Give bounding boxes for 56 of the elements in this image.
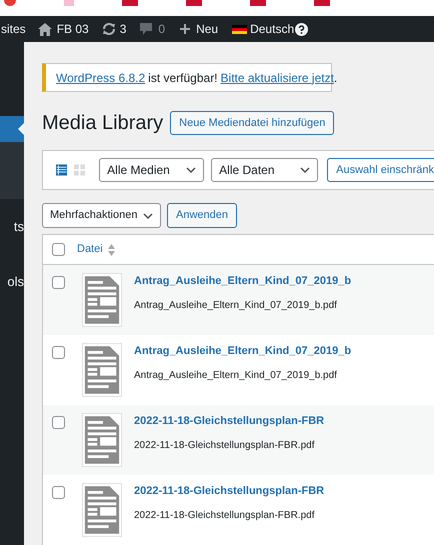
- notice-period: .: [334, 70, 338, 87]
- file-title-link[interactable]: 2022-11-18-Gleichstellungsplan-FBR: [134, 413, 324, 430]
- bookmark-icon: [4, 0, 16, 6]
- apply-button[interactable]: Anwenden: [167, 203, 237, 228]
- bookmark-icon: [186, 0, 202, 6]
- file-name: Antrag_Ausleihe_Eltern_Kind_07_2019_b.pdf: [134, 368, 338, 382]
- comments-count[interactable]: 0: [158, 20, 166, 38]
- sidebar-item[interactable]: ts: [0, 199, 24, 254]
- checkbox[interactable]: [52, 486, 65, 499]
- new-menu[interactable]: Neu: [196, 20, 218, 38]
- update-link[interactable]: Bitte aktualisiere jetzt: [220, 68, 334, 87]
- file-column-header[interactable]: Datei: [77, 241, 103, 258]
- file-title-link[interactable]: 2022-11-18-Gleichstellungsplan-FBR: [134, 483, 324, 500]
- page-title: Media Library: [42, 111, 164, 136]
- notice-text: ist verfügbar!: [148, 70, 218, 87]
- checkbox[interactable]: [52, 243, 65, 256]
- sort-icon[interactable]: [108, 244, 115, 256]
- chevron-down-icon: [300, 167, 310, 174]
- document-icon: [82, 273, 122, 327]
- bookmark-icon: [122, 0, 138, 6]
- sites-menu[interactable]: sites: [1, 20, 26, 38]
- checkbox[interactable]: [52, 346, 65, 359]
- document-icon: [82, 343, 122, 397]
- sidebar-item[interactable]: [0, 116, 24, 142]
- document-icon: [82, 413, 122, 467]
- filter-button[interactable]: Auswahl einschränk: [327, 158, 434, 182]
- media-type-select[interactable]: Alle Medien: [99, 158, 204, 182]
- file-name: 2022-11-18-Gleichstellungsplan-FBR.pdf: [134, 438, 316, 452]
- document-icon: [82, 483, 122, 537]
- chevron-down-icon: [186, 167, 196, 174]
- bookmark-icon: [64, 0, 74, 6]
- submenu-panel: [0, 142, 24, 199]
- file-title-link[interactable]: Antrag_Ausleihe_Eltern_Kind_07_2019_b: [134, 273, 352, 290]
- file-title-link[interactable]: Antrag_Ausleihe_Eltern_Kind_07_2019_b: [134, 343, 352, 360]
- help-icon[interactable]: [295, 22, 308, 36]
- checkbox[interactable]: [52, 416, 65, 429]
- language-menu[interactable]: Deutsch: [250, 20, 294, 38]
- date-select[interactable]: Alle Daten: [211, 158, 318, 182]
- bulk-action-select[interactable]: Mehrfachaktionen: [42, 203, 161, 228]
- chevron-down-icon: [143, 212, 153, 218]
- updates-count[interactable]: 3: [120, 20, 126, 38]
- home-icon: [38, 22, 52, 36]
- add-media-button[interactable]: Neue Mediendatei hinzufügen: [170, 111, 334, 136]
- comment-icon: [140, 23, 152, 35]
- file-name: 2022-11-18-Gleichstellungsplan-FBR.pdf: [134, 508, 316, 522]
- site-menu[interactable]: FB 03: [56, 20, 89, 38]
- flag-icon: [232, 24, 248, 34]
- bookmark-icon: [250, 0, 266, 6]
- sidebar-item[interactable]: ols: [0, 254, 24, 309]
- bookmark-icon: [314, 0, 330, 6]
- version-link[interactable]: WordPress 6.8.2: [56, 68, 146, 87]
- file-name: Antrag_Ausleihe_Eltern_Kind_07_2019_b.pdf: [134, 298, 338, 312]
- list-view-icon[interactable]: [56, 163, 68, 178]
- refresh-icon: [102, 23, 116, 35]
- checkbox[interactable]: [52, 276, 65, 289]
- plus-icon: [180, 24, 190, 34]
